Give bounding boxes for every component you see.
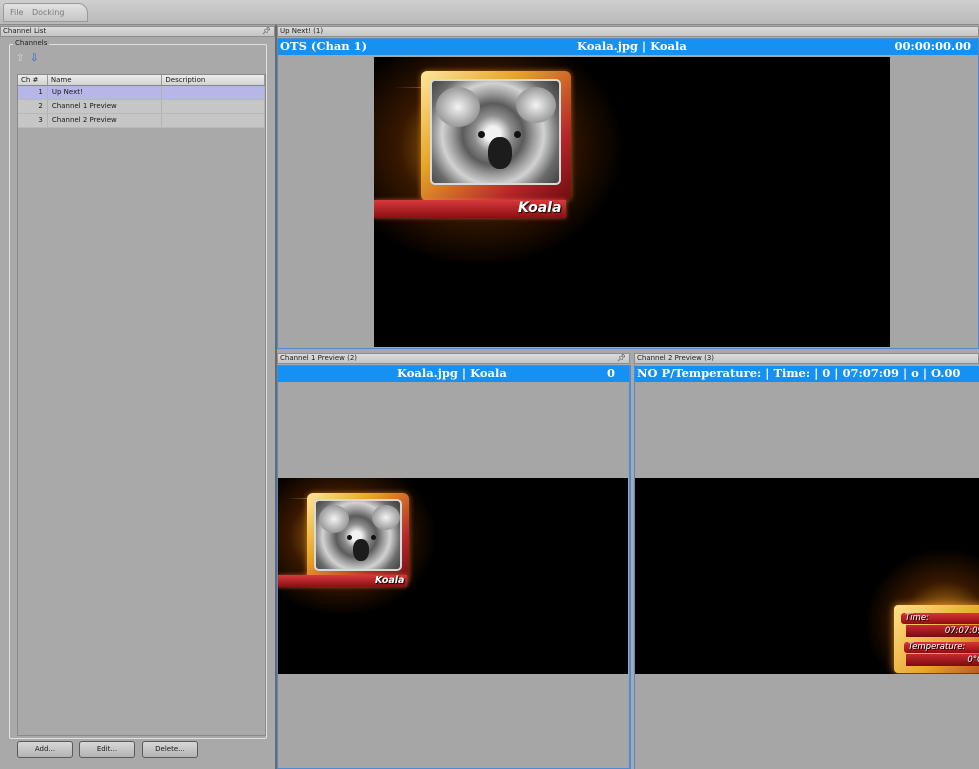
channel2-video: Time: 07:07:09 Temperature: 0°C [635,478,979,674]
table-row[interactable]: 1 Up Next! [18,86,265,100]
col-header-name[interactable]: Name [48,75,163,85]
edit-button[interactable]: Edit... [79,741,135,758]
channel1-title: Channel 1 Preview (2) [280,354,358,362]
cell-name: Channel 1 Preview [48,100,163,113]
cell-description [162,86,265,99]
delete-button[interactable]: Delete... [142,741,198,758]
move-up-icon[interactable]: ⇧ [16,54,26,64]
cell-num: 2 [18,100,48,113]
time-value: 07:07:09 [906,625,979,637]
channels-grid[interactable]: Ch # Name Description 1 Up Next! 2 Chann… [17,74,266,736]
menu-bar: File Docking [0,0,979,25]
cell-name: Up Next! [48,86,163,99]
channel2-status-text: NO P/Temperature: | Time: | 0 | 07:07:09… [637,366,961,380]
col-header-description[interactable]: Description [162,75,265,85]
channel2-panel: NO P/Temperature: | Time: | 0 | 07:07:09… [634,365,979,769]
up-next-title: Up Next! (1) [280,27,324,35]
channel2-title: Channel 2 Preview (3) [637,354,715,362]
channel1-border [277,365,630,769]
app-window: File Docking Channel List 📌︎ Channels ⇧ … [0,0,979,769]
cell-description [162,100,265,113]
time-label: Time: [901,613,979,624]
channel1-header[interactable]: Channel 1 Preview (2) 📌︎ [277,353,630,364]
channel-list-header[interactable]: Channel List 📌︎ [0,26,275,37]
table-row[interactable]: 3 Channel 2 Preview [18,114,265,128]
add-button[interactable]: Add... [17,741,73,758]
pin-icon[interactable]: 📌︎ [262,27,271,36]
menu-item-docking[interactable]: Docking [32,8,64,17]
up-next-header[interactable]: Up Next! (1) [277,26,979,37]
pin-icon[interactable]: 📌︎ [617,354,626,363]
menu-item-file[interactable]: File [10,8,23,17]
temperature-label: Temperature: [904,642,979,653]
channel2-separator [630,365,635,769]
channel2-status-bar: NO P/Temperature: | Time: | 0 | 07:07:09… [634,366,979,382]
menu-tab[interactable]: File Docking [3,3,88,22]
col-header-num[interactable]: Ch # [18,75,48,85]
cell-num: 1 [18,86,48,99]
table-row[interactable]: 2 Channel 1 Preview [18,100,265,114]
channels-group-title: Channels [13,39,50,47]
time-temp-box: Time: 07:07:09 Temperature: 0°C [894,605,979,673]
channel-list-panel: Channels ⇧ ⇩ Ch # Name Description 1 Up … [0,37,275,769]
temperature-value: 0°C [906,654,979,666]
cell-num: 3 [18,114,48,127]
grid-header: Ch # Name Description [18,75,265,86]
channel-list-title: Channel List [3,27,47,35]
cell-description [162,114,265,127]
cell-name: Channel 2 Preview [48,114,163,127]
up-next-border [277,38,979,349]
move-down-icon[interactable]: ⇩ [30,54,40,64]
channel2-header[interactable]: Channel 2 Preview (3) [634,353,979,364]
